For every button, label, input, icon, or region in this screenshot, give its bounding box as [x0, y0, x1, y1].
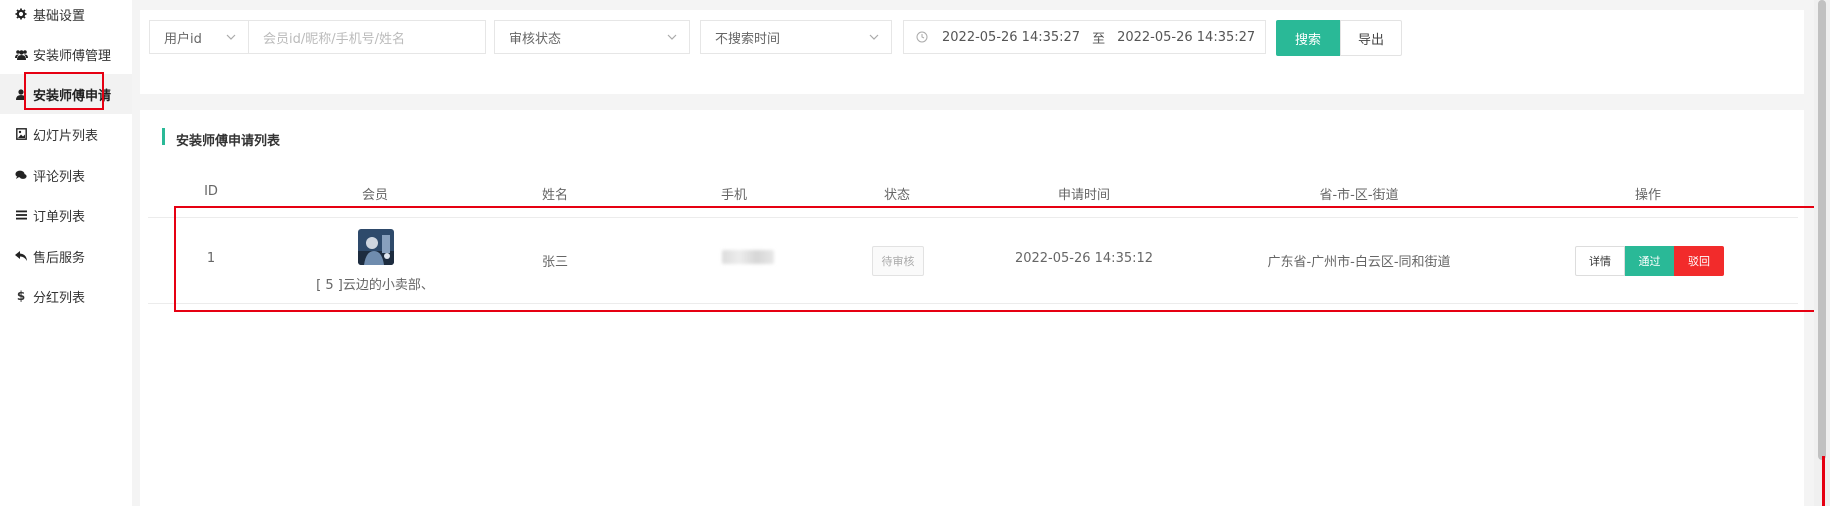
status-badge: 待审核 — [872, 246, 924, 276]
export-button[interactable]: 导出 — [1340, 20, 1402, 56]
dollar-icon: $ — [16, 289, 26, 303]
sidebar-item-label: 安装师傅申请 — [33, 88, 112, 104]
keyword-input[interactable]: 会员id/昵称/手机号/姓名 — [248, 20, 486, 54]
chevron-down-icon — [226, 34, 236, 40]
sidebar-item-slides[interactable]: 幻灯片列表 — [0, 114, 132, 154]
detail-button[interactable]: 详情 — [1575, 246, 1625, 276]
sidebar-item-after-sales[interactable]: 售后服务 — [0, 236, 132, 276]
list-title: 安装师傅申请列表 — [162, 128, 280, 149]
time-select[interactable]: 不搜索时间 — [700, 20, 892, 54]
approve-button[interactable]: 通过 — [1625, 246, 1674, 276]
date-end: 2022-05-26 14:35:27 — [1117, 29, 1256, 45]
member-avatar — [358, 229, 394, 265]
list-panel: 安装师傅申请列表 ID 会员 姓名 手机 状态 申请时间 省-市-区-街道 操作 — [140, 110, 1804, 506]
sidebar-item-label: 评论列表 — [33, 169, 86, 185]
sidebar-item-dividends[interactable]: $ 分红列表 — [0, 276, 132, 316]
sidebar-item-label: 安装师傅管理 — [33, 48, 112, 64]
field-select-value: 用户id — [164, 31, 202, 47]
sidebar-item-installer-manage[interactable]: 安装师傅管理 — [0, 34, 132, 74]
date-range-picker[interactable]: 2022-05-26 14:35:27 至 2022-05-26 14:35:2… — [903, 20, 1266, 54]
sidebar-item-basic-settings[interactable]: 基础设置 — [0, 0, 132, 34]
column-header-id: ID — [204, 184, 218, 199]
image-icon — [12, 128, 30, 140]
status-select-value: 审核状态 — [509, 31, 562, 47]
table-divider — [148, 303, 1798, 304]
sidebar-item-label: 幻灯片列表 — [33, 128, 99, 144]
sidebar-item-label: 分红列表 — [33, 290, 86, 306]
column-header-status: 状态 — [883, 188, 911, 203]
gear-icon — [12, 8, 30, 20]
field-select[interactable]: 用户id — [149, 20, 249, 54]
sidebar-item-comments[interactable]: 评论列表 — [0, 155, 132, 195]
clock-icon — [916, 31, 928, 43]
sidebar-item-installer-apply[interactable]: 安装师傅申请 — [0, 74, 132, 114]
column-header-name: 姓名 — [541, 188, 569, 203]
cell-apply-time: 2022-05-26 14:35:12 — [1014, 251, 1154, 266]
column-header-phone: 手机 — [720, 188, 748, 203]
search-panel: 用户id 会员id/昵称/手机号/姓名 审核状态 不搜索时间 2022-05-2… — [140, 10, 1804, 94]
keyword-placeholder: 会员id/昵称/手机号/姓名 — [263, 31, 406, 47]
sidebar-item-orders[interactable]: 订单列表 — [0, 195, 132, 235]
users-icon — [12, 49, 30, 60]
date-start: 2022-05-26 14:35:27 — [942, 29, 1081, 45]
column-header-address: 省-市-区-街道 — [1319, 188, 1399, 203]
column-header-actions: 操作 — [1634, 188, 1662, 203]
user-icon — [12, 88, 30, 100]
search-button[interactable]: 搜索 — [1276, 20, 1340, 56]
sidebar-item-label: 售后服务 — [33, 250, 86, 266]
chevron-down-icon — [667, 34, 677, 40]
cell-address: 广东省-广州市-白云区-同和街道 — [1267, 255, 1451, 270]
sidebar-item-label: 基础设置 — [33, 8, 86, 24]
column-header-apply-time: 申请时间 — [1057, 188, 1111, 203]
cell-member: [ 5 ]云边的小卖部、 — [316, 278, 434, 293]
cell-phone-redacted — [722, 250, 774, 264]
reject-button[interactable]: 驳回 — [1674, 246, 1724, 276]
time-select-value: 不搜索时间 — [715, 31, 781, 47]
status-select[interactable]: 审核状态 — [494, 20, 690, 54]
cell-id: 1 — [206, 251, 216, 266]
sidebar: 基础设置 安装师傅管理 安装师傅申请 幻灯片列表 评论列表 订单列表 售后服务 … — [0, 0, 132, 506]
column-header-member: 会员 — [361, 188, 389, 203]
chevron-down-icon — [869, 34, 879, 40]
table-divider — [148, 217, 1798, 218]
scroll-marker — [1822, 456, 1825, 506]
comments-icon — [12, 170, 30, 180]
date-separator: 至 — [1092, 31, 1106, 47]
cell-name: 张三 — [541, 255, 569, 270]
list-icon — [12, 210, 30, 220]
reply-icon — [12, 251, 30, 261]
sidebar-item-label: 订单列表 — [33, 209, 86, 225]
scrollbar-thumb[interactable] — [1818, 0, 1826, 460]
